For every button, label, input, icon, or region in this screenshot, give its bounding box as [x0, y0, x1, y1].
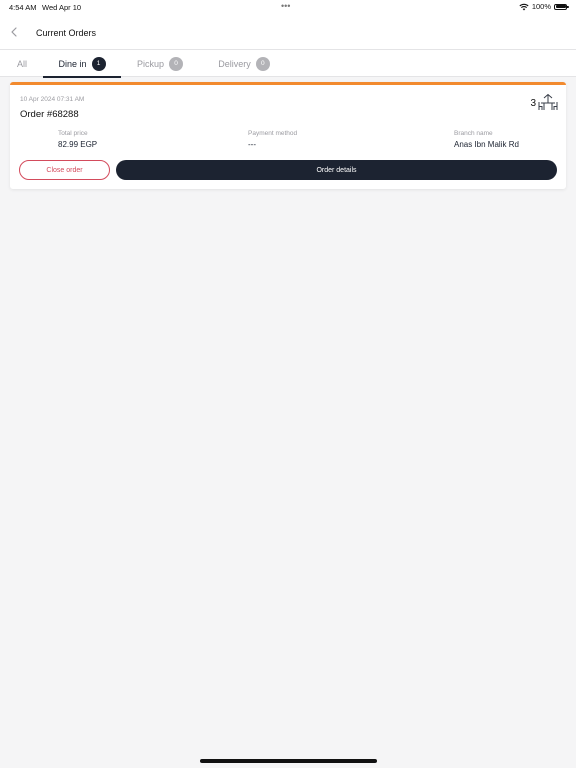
- status-bar: 4:54 AM Wed Apr 10 ••• 100%: [0, 0, 576, 14]
- battery-percent: 100%: [531, 2, 551, 11]
- total-price-label: Total price: [58, 130, 88, 137]
- tab-dine-in[interactable]: Dine in 1: [43, 50, 121, 78]
- order-details-button[interactable]: Order details: [116, 160, 557, 180]
- tab-all[interactable]: All: [8, 50, 36, 77]
- tab-label: Delivery: [218, 58, 251, 69]
- header: Current Orders: [0, 14, 576, 50]
- branch-name-value: Anas Ibn Malik Rd: [454, 140, 519, 149]
- page-title: Current Orders: [36, 28, 97, 38]
- tab-pickup[interactable]: Pickup 0: [128, 50, 192, 77]
- order-status-bar: [10, 82, 566, 85]
- tab-count-badge: 0: [169, 56, 183, 71]
- status-date: Wed Apr 10: [42, 3, 82, 12]
- home-indicator[interactable]: [200, 759, 377, 763]
- chevron-left-icon[interactable]: [8, 26, 20, 38]
- close-order-button[interactable]: Close order: [19, 160, 110, 180]
- wifi-icon: [519, 3, 529, 10]
- multitasking-dots[interactable]: •••: [281, 1, 290, 11]
- tab-label: All: [16, 58, 27, 69]
- payment-method-label: Payment method: [248, 130, 298, 137]
- battery-icon: [554, 3, 569, 10]
- total-price-value: 82.99 EGP: [58, 140, 98, 149]
- order-card[interactable]: 10 Apr 2024 07:31 AM Order #68288 3 Tota…: [10, 82, 566, 189]
- branch-name-label: Branch name: [454, 130, 493, 137]
- order-tabs: All Dine in 1 Pickup 0 Delivery 0: [0, 50, 576, 78]
- tab-delivery[interactable]: Delivery 0: [207, 50, 281, 77]
- order-timestamp: 10 Apr 2024 07:31 AM: [20, 96, 85, 103]
- tab-label: Pickup: [136, 58, 164, 69]
- tab-count-badge: 1: [91, 56, 106, 71]
- tab-label: Dine in: [58, 58, 87, 69]
- payment-method-value: ---: [248, 140, 256, 149]
- status-right: 100%: [519, 2, 569, 11]
- tab-count-badge: 0: [255, 56, 270, 71]
- table-count: 3: [530, 98, 536, 109]
- status-time: 4:54 AM: [9, 3, 37, 12]
- dine-table-icon: [538, 93, 558, 110]
- order-number: Order #68288: [20, 109, 79, 120]
